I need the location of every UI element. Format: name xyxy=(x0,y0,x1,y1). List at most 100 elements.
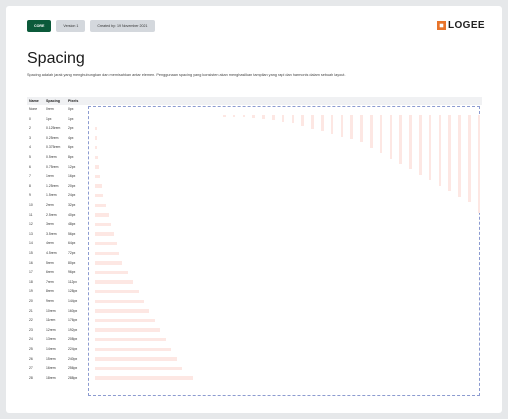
row-spacing: 14rem xyxy=(46,347,56,351)
spacing-bar-horizontal xyxy=(95,347,172,351)
row-pixels: 144px xyxy=(68,299,78,303)
logo-text: LOGEE xyxy=(447,20,485,31)
spacing-bar-horizontal xyxy=(95,299,144,303)
row-spacing: 11rem xyxy=(46,318,56,323)
row-name: 4 xyxy=(29,145,31,150)
row-name: 0 xyxy=(29,116,31,121)
updated-badge[interactable]: Created by: 19 November 2021 xyxy=(90,20,155,32)
spacing-bar-horizontal xyxy=(95,193,104,198)
spacing-bar-horizontal xyxy=(95,251,120,255)
spacing-bar-vertical xyxy=(311,115,314,129)
row-spacing: 0.25rem xyxy=(46,135,59,140)
row-name: None xyxy=(29,107,38,111)
spacing-bar-horizontal xyxy=(95,366,183,371)
row-name: 13 xyxy=(29,231,33,236)
row-pixels: 0px xyxy=(68,107,74,111)
row-spacing: 0.5rem xyxy=(46,155,57,159)
row-pixels: 32px xyxy=(68,203,76,207)
row-spacing: 0.375rem xyxy=(46,145,61,150)
row-name: 17 xyxy=(29,270,33,275)
spacing-bar-horizontal xyxy=(95,261,123,265)
row-pixels: 128px xyxy=(68,289,78,294)
row-pixels: 1px xyxy=(68,116,74,121)
spacing-bar-vertical xyxy=(458,115,461,197)
spacing-bar-vertical xyxy=(232,115,236,117)
row-pixels: 24px xyxy=(68,193,76,198)
row-spacing: 8rem xyxy=(46,289,54,294)
spacing-bar-vertical xyxy=(370,115,373,148)
row-spacing: 7rem xyxy=(46,279,54,284)
row-name: 25 xyxy=(29,347,33,351)
toolbar: CORE Version 1 Created by: 19 November 2… xyxy=(27,20,155,32)
row-pixels: 12px xyxy=(68,164,76,169)
spacing-bar-vertical xyxy=(428,115,432,181)
row-name: 18 xyxy=(29,279,33,284)
spacing-bar-horizontal xyxy=(95,318,155,323)
row-name: 24 xyxy=(29,337,33,342)
row-name: 19 xyxy=(29,289,33,294)
row-spacing: 3.5rem xyxy=(46,231,57,236)
row-spacing: 4rem xyxy=(46,241,54,246)
row-pixels: 56px xyxy=(68,231,76,236)
row-name: 26 xyxy=(29,356,33,361)
spacing-bar-vertical xyxy=(301,115,304,126)
row-spacing: 0.125rem xyxy=(46,126,61,131)
row-spacing: 12rem xyxy=(46,327,56,332)
row-spacing: 15rem xyxy=(46,356,56,361)
row-name: 12 xyxy=(29,222,33,227)
spacing-bar-vertical xyxy=(468,115,471,203)
row-spacing: 1.5rem xyxy=(46,193,57,198)
spacing-bar-vertical xyxy=(438,115,442,186)
row-pixels: 96px xyxy=(68,270,76,275)
row-name: 22 xyxy=(29,318,33,323)
row-pixels: 240px xyxy=(68,356,78,361)
row-name: 2 xyxy=(29,126,31,131)
spacing-bar-vertical xyxy=(350,115,353,140)
spacing-bar-vertical xyxy=(409,115,412,170)
header-name: Name xyxy=(29,99,39,103)
spacing-bar-horizontal xyxy=(95,165,100,169)
core-tag-button[interactable]: CORE xyxy=(27,20,52,32)
row-name: 16 xyxy=(29,260,33,265)
row-spacing: 18rem xyxy=(46,375,56,380)
spacing-bar-horizontal xyxy=(95,145,98,150)
spacing-bar-vertical xyxy=(330,115,334,135)
spacing-bar-horizontal xyxy=(95,232,115,236)
spacing-bar-vertical xyxy=(272,115,275,121)
spacing-bar-vertical xyxy=(340,115,344,137)
row-name: 9 xyxy=(29,193,31,198)
spacing-bar-vertical xyxy=(321,115,324,132)
row-pixels: 2px xyxy=(68,126,74,131)
row-pixels: 160px xyxy=(68,308,78,313)
row-pixels: 192px xyxy=(68,327,78,332)
version-badge[interactable]: Version 1 xyxy=(56,20,86,32)
row-spacing: 9rem xyxy=(46,299,54,303)
row-pixels: 176px xyxy=(68,318,78,323)
row-pixels: 208px xyxy=(68,337,78,342)
header-pixels: Pixels xyxy=(68,99,79,103)
row-pixels: 16px xyxy=(68,174,76,179)
spacing-bar-horizontal xyxy=(95,136,97,140)
row-pixels: 256px xyxy=(68,366,78,371)
row-spacing: 3rem xyxy=(46,222,54,227)
spacing-bar-vertical xyxy=(379,115,383,154)
row-pixels: 20px xyxy=(68,183,76,188)
spacing-bar-horizontal xyxy=(95,184,102,188)
spacing-bar-vertical xyxy=(360,115,363,143)
page-title: Spacing xyxy=(27,50,85,67)
logo-mark-icon xyxy=(436,21,446,30)
spacing-bar-vertical xyxy=(419,115,422,175)
spacing-bar-horizontal xyxy=(95,270,128,275)
spacing-bar-horizontal xyxy=(95,126,97,131)
spacing-bar-horizontal xyxy=(95,174,101,179)
spacing-bar-horizontal xyxy=(95,155,98,159)
spacing-bar-vertical xyxy=(291,115,295,124)
row-pixels: 288px xyxy=(68,375,78,380)
row-name: 14 xyxy=(29,241,33,246)
row-name: 20 xyxy=(29,299,33,303)
row-pixels: 40px xyxy=(68,212,76,217)
spacing-bar-vertical xyxy=(223,115,226,117)
row-spacing: 6rem xyxy=(46,270,54,275)
row-pixels: 6px xyxy=(68,145,74,150)
row-pixels: 72px xyxy=(68,251,76,255)
